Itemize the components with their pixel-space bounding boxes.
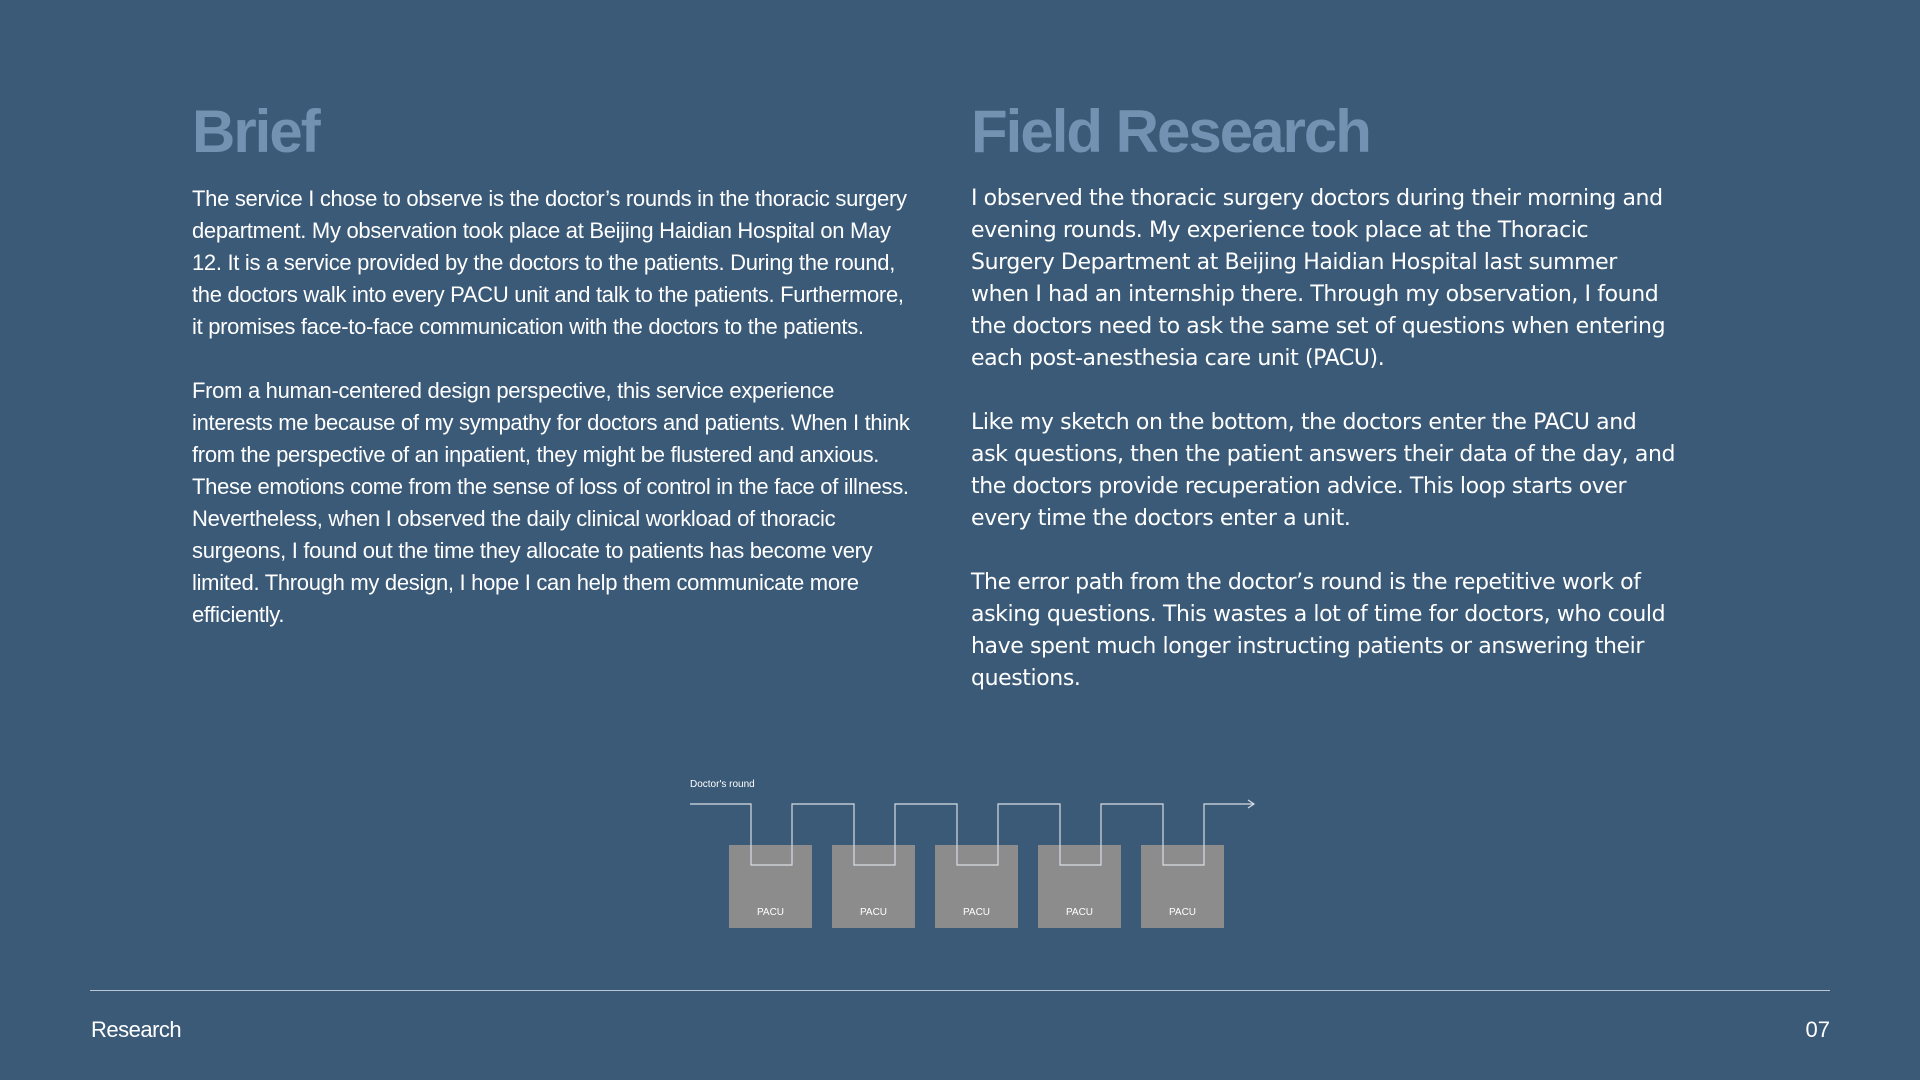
brief-body: The service I chose to observe is the do…	[192, 183, 952, 631]
pacu-unit-label: PACU	[963, 907, 990, 918]
page-number: 07	[1805, 1017, 1830, 1042]
footer-divider	[90, 990, 1830, 991]
brief-section: Brief The service I chose to observe is …	[192, 95, 952, 631]
diagram-label: Doctor's round	[690, 779, 755, 790]
field-research-paragraph: Like my sketch on the bottom, the doctor…	[971, 410, 1676, 531]
pacu-unit-label: PACU	[860, 907, 887, 918]
brief-paragraph: From a human-centered design perspective…	[192, 378, 910, 627]
field-research-paragraph: I observed the thoracic surgery doctors …	[971, 186, 1666, 371]
pacu-unit-label: PACU	[757, 907, 784, 918]
brief-title: Brief	[192, 98, 321, 165]
field-research-section: Field Research I observed the thoracic s…	[971, 95, 1731, 695]
field-research-body: I observed the thoracic surgery doctors …	[971, 183, 1731, 695]
pacu-unit-label: PACU	[1066, 907, 1093, 918]
pacu-unit-label: PACU	[1169, 907, 1196, 918]
brief-paragraph: The service I chose to observe is the do…	[192, 186, 907, 339]
field-research-paragraph: The error path from the doctor’s round i…	[971, 570, 1666, 691]
footer-section-label: Research	[91, 1017, 182, 1042]
doctors-round-diagram: Doctor's round PACU PACU PACU PACU PACU	[690, 779, 1256, 928]
field-research-title: Field Research	[971, 98, 1372, 165]
